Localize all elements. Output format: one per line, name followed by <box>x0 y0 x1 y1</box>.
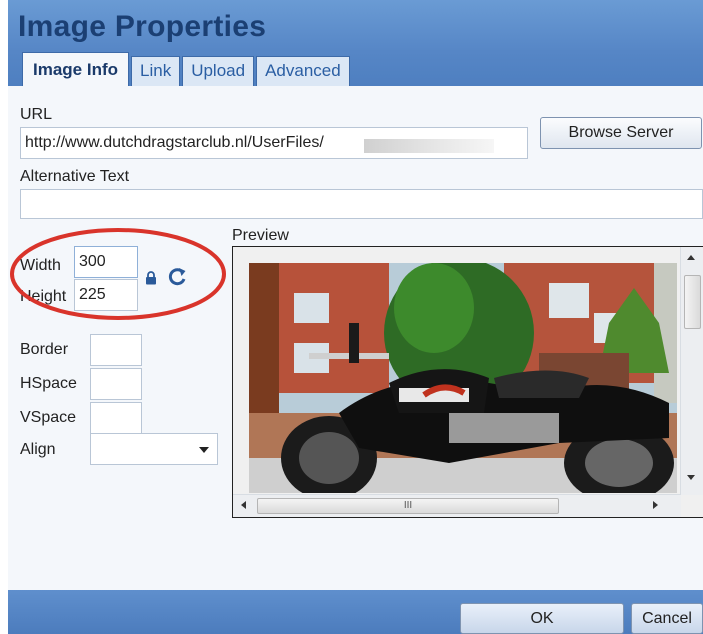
align-label: Align <box>20 441 56 458</box>
hspace-label: HSpace <box>20 375 77 392</box>
ok-button[interactable]: OK <box>460 603 624 634</box>
browse-server-button[interactable]: Browse Server <box>540 117 702 149</box>
scroll-left-icon[interactable] <box>241 501 246 509</box>
cancel-button[interactable]: Cancel <box>631 603 703 634</box>
preview-label: Preview <box>232 227 289 244</box>
hspace-input[interactable] <box>90 368 142 400</box>
scroll-right-icon[interactable] <box>653 501 658 509</box>
vertical-scrollbar[interactable] <box>680 247 703 495</box>
height-label: Height <box>20 288 67 305</box>
alt-text-input[interactable] <box>20 189 703 219</box>
tab-bar: Image Info Link Upload Advanced <box>22 52 352 86</box>
redacted-url-part <box>364 139 494 153</box>
chevron-down-icon <box>199 447 209 453</box>
reset-size-icon[interactable] <box>166 266 188 288</box>
vspace-input[interactable] <box>90 402 142 434</box>
horizontal-scroll-thumb[interactable]: III <box>257 498 559 514</box>
horizontal-scrollbar[interactable]: III <box>233 494 681 517</box>
tab-image-info[interactable]: Image Info <box>22 52 130 86</box>
tab-upload[interactable]: Upload <box>182 56 255 86</box>
url-label: URL <box>20 106 53 123</box>
width-label: Width <box>20 257 61 274</box>
align-select[interactable] <box>90 433 218 465</box>
scroll-down-icon[interactable] <box>687 475 695 480</box>
vertical-scroll-thumb[interactable] <box>684 275 701 329</box>
border-input[interactable] <box>90 334 142 366</box>
lock-icon[interactable] <box>145 271 157 285</box>
dialog-title: Image Properties <box>18 10 267 43</box>
tab-link[interactable]: Link <box>131 56 181 86</box>
motorcycle-photo <box>249 263 677 493</box>
title-bar: Image Properties Image Info Link Upload … <box>8 0 703 86</box>
vspace-label: VSpace <box>20 409 77 426</box>
image-properties-dialog: Image Properties Image Info Link Upload … <box>8 0 703 634</box>
height-input[interactable] <box>74 279 138 311</box>
scroll-up-icon[interactable] <box>687 255 695 260</box>
preview-pane[interactable]: III <box>232 246 703 518</box>
tab-advanced[interactable]: Advanced <box>256 56 350 86</box>
width-input[interactable] <box>74 246 138 278</box>
border-label: Border <box>20 341 69 358</box>
alt-text-label: Alternative Text <box>20 168 130 185</box>
